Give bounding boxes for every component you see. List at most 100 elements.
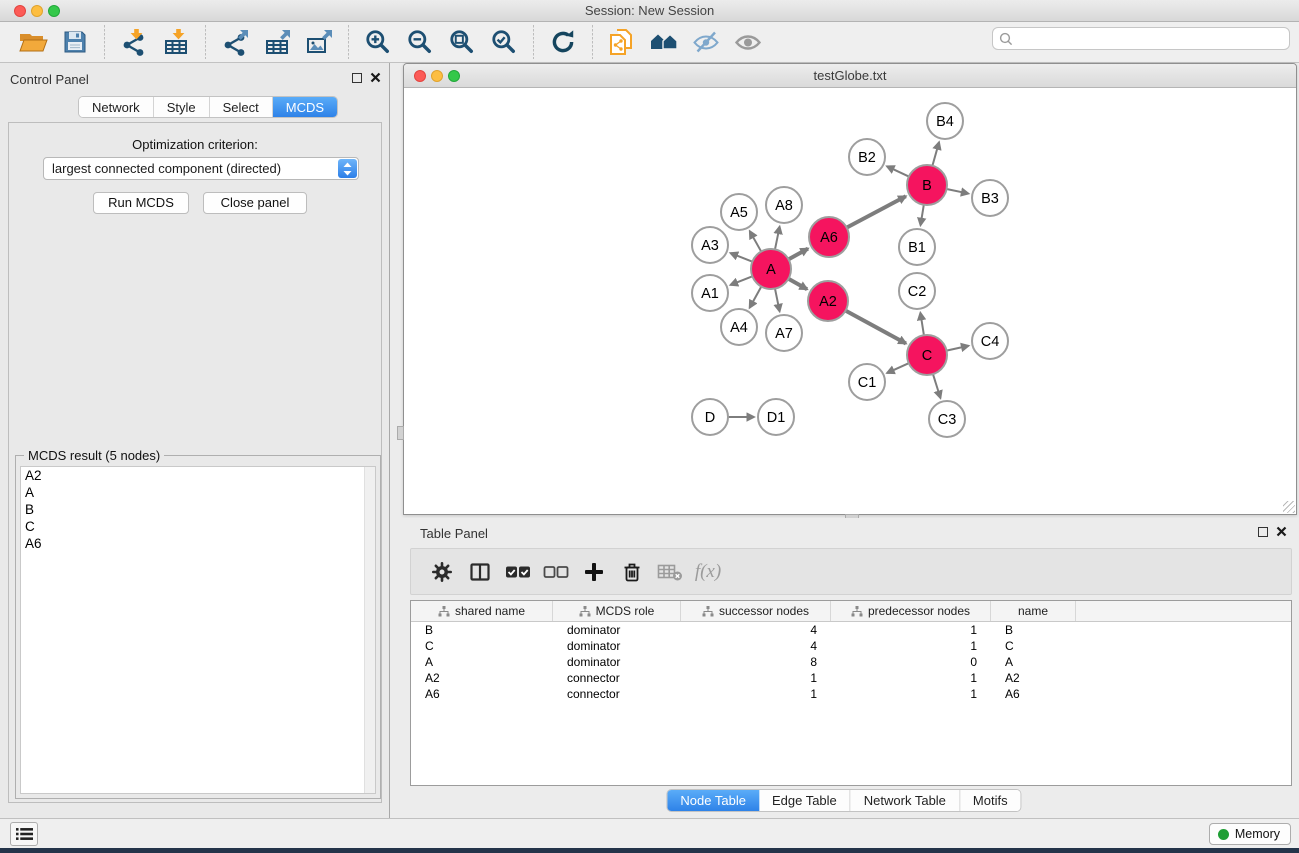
- edge-B-B3[interactable]: [947, 189, 969, 194]
- task-history-button[interactable]: [10, 822, 38, 846]
- close-panel-button[interactable]: Close panel: [203, 192, 307, 214]
- node-A5[interactable]: A5: [721, 194, 757, 230]
- table-cell[interactable]: A2: [411, 670, 553, 686]
- node-C2[interactable]: C2: [899, 273, 935, 309]
- edge-A-A4[interactable]: [750, 287, 762, 308]
- node-A1[interactable]: A1: [692, 275, 728, 311]
- refresh-icon[interactable]: [546, 26, 580, 58]
- node-C1[interactable]: C1: [849, 364, 885, 400]
- node-C[interactable]: C: [907, 335, 947, 375]
- select-all-icon[interactable]: [503, 557, 533, 587]
- table-row[interactable]: Adominator80A: [411, 654, 1291, 670]
- node-D[interactable]: D: [692, 399, 728, 435]
- table-cell[interactable]: 1: [831, 622, 991, 638]
- edge-A-A6[interactable]: [789, 249, 808, 260]
- table-cell[interactable]: 1: [831, 638, 991, 654]
- tab-style[interactable]: Style: [154, 97, 210, 117]
- table-row[interactable]: A6connector11A6: [411, 686, 1291, 702]
- gear-icon[interactable]: [427, 557, 457, 587]
- table-row[interactable]: A2connector11A2: [411, 670, 1291, 686]
- edge-A-A7[interactable]: [775, 289, 780, 312]
- column-header-predecessor-nodes[interactable]: predecessor nodes: [831, 601, 991, 621]
- float-table-panel-icon[interactable]: [1258, 527, 1268, 537]
- edge-B-B1[interactable]: [921, 205, 924, 226]
- vertical-splitter-grip[interactable]: [397, 426, 404, 440]
- edge-A-A3[interactable]: [730, 253, 752, 262]
- split-view-icon[interactable]: [465, 557, 495, 587]
- tab-network[interactable]: Network: [79, 97, 154, 117]
- result-list-item[interactable]: A2: [21, 467, 375, 484]
- table-cell[interactable]: C: [411, 638, 553, 654]
- delete-column-icon[interactable]: [617, 557, 647, 587]
- edge-C-C2[interactable]: [920, 313, 924, 336]
- table-cell[interactable]: 8: [681, 654, 831, 670]
- node-B4[interactable]: B4: [927, 103, 963, 139]
- edge-A-A8[interactable]: [775, 227, 780, 250]
- edge-A-A2[interactable]: [788, 279, 807, 289]
- export-image-icon[interactable]: [302, 26, 336, 58]
- function-icon[interactable]: f(x): [693, 557, 723, 587]
- node-A7[interactable]: A7: [766, 315, 802, 351]
- table-cell[interactable]: B: [991, 622, 1076, 638]
- export-network-icon[interactable]: [218, 26, 252, 58]
- column-header-shared-name[interactable]: shared name: [411, 601, 553, 621]
- new-network-from-selection-icon[interactable]: [605, 26, 639, 58]
- run-mcds-button[interactable]: Run MCDS: [93, 192, 189, 214]
- window-resize-grip[interactable]: [1283, 501, 1295, 513]
- column-header-MCDS-role[interactable]: MCDS role: [553, 601, 681, 621]
- table-cell[interactable]: connector: [553, 686, 681, 702]
- result-list-item[interactable]: A: [21, 484, 375, 501]
- table-row[interactable]: Bdominator41B: [411, 622, 1291, 638]
- add-column-icon[interactable]: [579, 557, 609, 587]
- table-row[interactable]: Cdominator41C: [411, 638, 1291, 654]
- zoom-in-icon[interactable]: [361, 26, 395, 58]
- node-B[interactable]: B: [907, 165, 947, 205]
- search-input[interactable]: [1018, 32, 1283, 46]
- zoom-out-icon[interactable]: [403, 26, 437, 58]
- table-cell[interactable]: A: [991, 654, 1076, 670]
- node-A[interactable]: A: [751, 249, 791, 289]
- zoom-selected-icon[interactable]: [487, 26, 521, 58]
- column-header-name[interactable]: name: [991, 601, 1076, 621]
- node-A6[interactable]: A6: [809, 217, 849, 257]
- result-list-item[interactable]: C: [21, 518, 375, 535]
- result-list-item[interactable]: A6: [21, 535, 375, 552]
- node-D1[interactable]: D1: [758, 399, 794, 435]
- table-cell[interactable]: A: [411, 654, 553, 670]
- node-B1[interactable]: B1: [899, 229, 935, 265]
- node-B2[interactable]: B2: [849, 139, 885, 175]
- tab-motifs[interactable]: Motifs: [960, 790, 1021, 811]
- delete-table-icon[interactable]: [655, 557, 685, 587]
- node-B3[interactable]: B3: [972, 180, 1008, 216]
- table-cell[interactable]: connector: [553, 670, 681, 686]
- table-cell[interactable]: A6: [991, 686, 1076, 702]
- table-cell[interactable]: 1: [831, 670, 991, 686]
- table-cell[interactable]: 4: [681, 622, 831, 638]
- criterion-select[interactable]: largest connected component (directed): [43, 157, 359, 180]
- memory-button[interactable]: Memory: [1209, 823, 1291, 845]
- node-A4[interactable]: A4: [721, 309, 757, 345]
- node-A8[interactable]: A8: [766, 187, 802, 223]
- tab-network-table[interactable]: Network Table: [851, 790, 960, 811]
- save-session-icon[interactable]: [58, 26, 92, 58]
- table-cell[interactable]: 0: [831, 654, 991, 670]
- network-canvas[interactable]: B4B2BB3A8A5A6A3B1AC2A1A2A4A7C4CC1DD1C3: [404, 88, 1296, 514]
- result-list-item[interactable]: B: [21, 501, 375, 518]
- table-cell[interactable]: 1: [681, 686, 831, 702]
- edge-B-B4[interactable]: [932, 142, 939, 166]
- tab-select[interactable]: Select: [210, 97, 273, 117]
- node-C4[interactable]: C4: [972, 323, 1008, 359]
- edge-A6-B[interactable]: [847, 196, 906, 227]
- show-all-icon[interactable]: [731, 26, 765, 58]
- deselect-all-icon[interactable]: [541, 557, 571, 587]
- node-C3[interactable]: C3: [929, 401, 965, 437]
- table-cell[interactable]: 1: [831, 686, 991, 702]
- tab-edge-table[interactable]: Edge Table: [759, 790, 851, 811]
- edge-B-B2[interactable]: [887, 166, 909, 176]
- table-cell[interactable]: 4: [681, 638, 831, 654]
- open-file-icon[interactable]: [16, 26, 50, 58]
- close-table-panel-icon[interactable]: [1276, 526, 1287, 537]
- close-panel-icon[interactable]: [370, 72, 381, 83]
- column-header-successor-nodes[interactable]: successor nodes: [681, 601, 831, 621]
- table-cell[interactable]: dominator: [553, 622, 681, 638]
